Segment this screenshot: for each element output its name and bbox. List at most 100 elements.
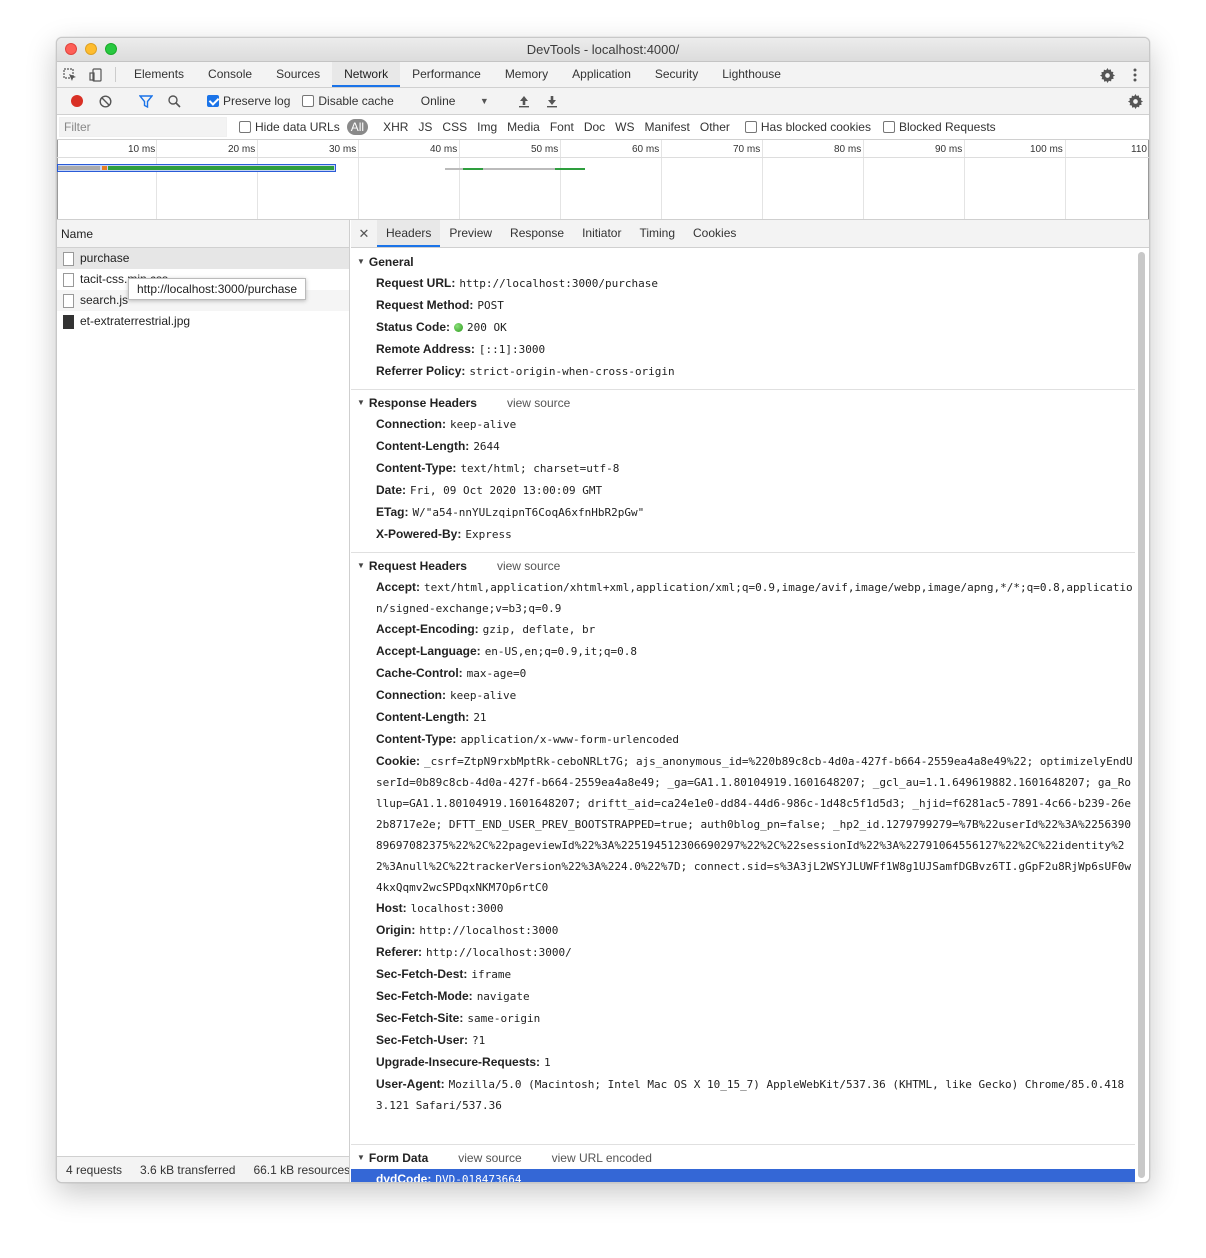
request-name: et-extraterrestrial.jpg [80,314,191,328]
filter-type-js[interactable]: JS [414,119,436,135]
view-source-link[interactable]: view source [497,555,560,577]
tab-headers[interactable]: Headers [377,220,441,247]
tab-label: Lighthouse [722,66,781,81]
form-data-section-header[interactable]: ▼ Form Data view source view URL encoded [351,1147,1135,1169]
general-section-header[interactable]: ▼ General [351,251,1135,273]
checkbox-unchecked [744,121,757,133]
filter-type-font[interactable]: Font [546,119,578,135]
tab-timing[interactable]: Timing [630,220,684,247]
header-value: localhost:3000 [410,902,504,915]
tab-console[interactable]: Console [196,62,264,87]
devtools-window: DevTools - localhost:4000/ Elements Cons… [56,37,1150,1183]
filter-toggle-button[interactable] [132,88,160,114]
header-row: User-Agent: Mozilla/5.0 (Macintosh; Intel… [351,1074,1135,1116]
preserve-log-checkbox[interactable]: Preserve log [207,94,290,108]
filter-type-all[interactable]: All [346,119,369,135]
export-har-button[interactable] [538,88,566,114]
header-value: 21 [473,711,487,724]
header-value: iframe [471,968,512,981]
maximize-window-button[interactable] [105,43,117,55]
header-value: 2644 [473,440,500,453]
tab-label: Cookies [693,225,737,240]
header-row: Date: Fri, 09 Oct 2020 13:00:09 GMT [351,480,1135,502]
form-key: dvdCode: [376,1172,432,1182]
form-data-row[interactable]: dvdCode: DVD-018473664 [351,1169,1135,1182]
request-list-pane: Name purchase tacit-css.min.css search.j… [57,220,350,1182]
general-section: ▼ General Request URL: http://localhost:30… [351,249,1135,390]
tab-sources[interactable]: Sources [264,62,332,87]
close-icon[interactable]: ✕ [351,220,377,247]
settings-gear-icon[interactable] [1093,67,1121,83]
tab-security[interactable]: Security [643,62,710,87]
request-row-purchase[interactable]: purchase [57,248,349,269]
has-blocked-cookies-checkbox[interactable]: Has blocked cookies [744,120,871,134]
filter-type-other[interactable]: Other [696,119,734,135]
timeline-bar [445,168,585,170]
network-settings-gear-icon[interactable] [1121,89,1149,115]
request-headers-section-header[interactable]: ▼ Request Headers view source [351,555,1135,577]
tab-initiator[interactable]: Initiator [573,220,630,247]
url-tooltip: http://localhost:3000/purchase [128,278,307,300]
checkbox-checked [207,95,219,107]
disable-cache-checkbox[interactable]: Disable cache [302,94,394,108]
timeline-overview[interactable]: 10 ms 20 ms 30 ms 40 ms 50 ms 60 ms 70 m… [57,140,1149,220]
timeline-tick: 70 ms [733,144,761,155]
tab-label: Memory [504,66,549,81]
request-row-et-extraterrestrial[interactable]: et-extraterrestrial.jpg [57,311,349,332]
tab-lighthouse[interactable]: Lighthouse [710,62,793,87]
window-title: DevTools - localhost:4000/ [526,42,680,57]
filter-type-ws[interactable]: WS [611,119,638,135]
more-options-icon[interactable] [1121,68,1149,82]
tab-network[interactable]: Network [332,62,401,87]
network-status-bar: 4 requests 3.6 kB transferred 66.1 kB re… [57,1156,349,1182]
search-icon [167,94,181,108]
tab-elements[interactable]: Elements [122,62,196,87]
tab-application[interactable]: Application [560,62,643,87]
header-row: Origin: http://localhost:3000 [351,920,1135,942]
toolbar-divider [115,67,116,82]
minimize-window-button[interactable] [85,43,97,55]
search-button[interactable] [160,88,188,114]
tab-memory[interactable]: Memory [493,62,560,87]
close-window-button[interactable] [65,43,77,55]
tab-performance[interactable]: Performance [400,62,493,87]
blocked-requests-checkbox[interactable]: Blocked Requests [882,120,996,134]
filter-type-xhr[interactable]: XHR [379,119,412,135]
section-title: Response Headers [368,396,477,410]
filter-type-manifest[interactable]: Manifest [641,119,694,135]
tab-label: Security [654,66,699,81]
clear-button[interactable] [91,88,119,114]
header-value: gzip, deflate, br [482,623,596,636]
response-headers-section-header[interactable]: ▼ Response Headers view source [351,392,1135,414]
request-detail-pane: ✕ Headers Preview Response Initiator Tim… [351,220,1149,1182]
view-source-link[interactable]: view source [458,1147,521,1169]
filter-type-media[interactable]: Media [503,119,544,135]
import-har-button[interactable] [510,88,538,114]
tab-preview[interactable]: Preview [440,220,501,247]
filter-type-doc[interactable]: Doc [580,119,609,135]
filter-type-css[interactable]: CSS [438,119,471,135]
tab-response[interactable]: Response [501,220,573,247]
throttling-select[interactable]: Online ▼ [417,94,493,108]
view-url-encoded-link[interactable]: view URL encoded [552,1147,652,1169]
device-toolbar-icon[interactable] [83,62,109,87]
expand-triangle-icon: ▼ [357,398,365,407]
filter-type-img[interactable]: Img [473,119,501,135]
header-key: X-Powered-By: [376,527,462,541]
header-row: Status Code: 200 OK [351,317,1135,339]
detail-scrollbar[interactable] [1138,252,1145,1178]
preserve-log-label: Preserve log [223,94,291,108]
hide-data-urls-checkbox[interactable]: Hide data URLs [239,120,340,134]
window-controls [65,43,117,55]
header-row: Content-Type: application/x-www-form-urle… [351,729,1135,751]
tab-cookies[interactable]: Cookies [684,220,745,247]
record-button[interactable] [63,88,91,114]
header-key: Content-Length: [376,439,470,453]
inspect-element-icon[interactable] [57,62,83,87]
view-source-link[interactable]: view source [507,392,570,414]
download-icon [546,95,557,107]
column-header-name[interactable]: Name [57,220,349,248]
filter-input[interactable]: Filter [59,117,227,137]
header-key: Content-Type: [376,461,457,475]
header-value: ?1 [472,1034,486,1047]
